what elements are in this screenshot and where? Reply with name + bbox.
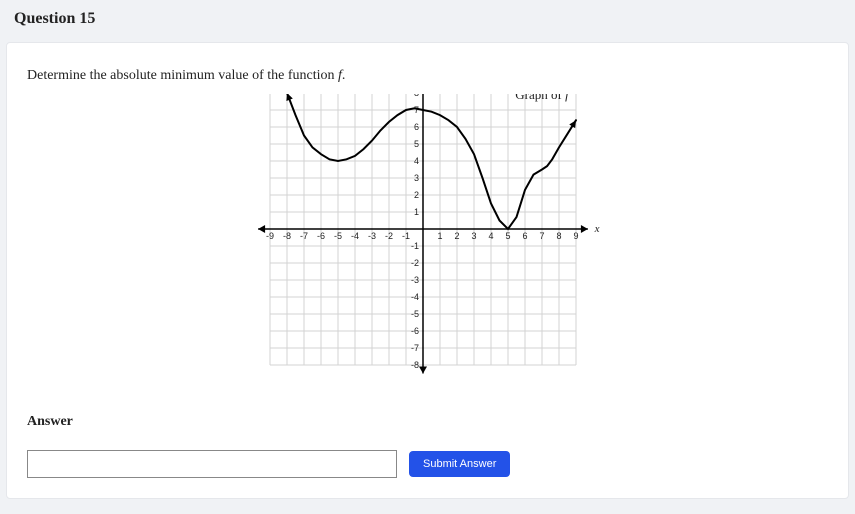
svg-text:-2: -2 xyxy=(384,231,392,241)
svg-text:-4: -4 xyxy=(410,292,418,302)
svg-text:3: 3 xyxy=(413,173,418,183)
svg-text:-9: -9 xyxy=(265,231,273,241)
svg-text:-5: -5 xyxy=(333,231,341,241)
question-header: Question 15 xyxy=(0,0,855,38)
svg-text:5: 5 xyxy=(505,231,510,241)
svg-text:8: 8 xyxy=(556,231,561,241)
svg-text:2: 2 xyxy=(413,190,418,200)
function-graph: -9-8-7-6-5-4-3-2-1123456789-8-7-6-5-4-3-… xyxy=(238,94,618,384)
prompt-text-after: . xyxy=(342,68,346,83)
svg-text:-6: -6 xyxy=(410,326,418,336)
question-card: Determine the absolute minimum value of … xyxy=(6,42,849,499)
answer-section: Answer Submit Answer xyxy=(27,414,828,478)
svg-text:-5: -5 xyxy=(410,309,418,319)
question-number: Question 15 xyxy=(14,10,95,27)
answer-input[interactable] xyxy=(27,450,397,478)
svg-text:-6: -6 xyxy=(316,231,324,241)
prompt-text-before: Determine the absolute minimum value of … xyxy=(27,68,338,83)
svg-text:1: 1 xyxy=(437,231,442,241)
svg-text:4: 4 xyxy=(413,156,418,166)
svg-text:1: 1 xyxy=(413,207,418,217)
svg-text:-4: -4 xyxy=(350,231,358,241)
svg-text:3: 3 xyxy=(471,231,476,241)
svg-text:-2: -2 xyxy=(410,258,418,268)
answer-row: Submit Answer xyxy=(27,450,828,478)
svg-text:8: 8 xyxy=(413,94,418,98)
svg-text:6: 6 xyxy=(413,122,418,132)
svg-text:-8: -8 xyxy=(410,360,418,370)
svg-text:4: 4 xyxy=(488,231,493,241)
svg-text:x: x xyxy=(593,223,599,235)
graph-container: -9-8-7-6-5-4-3-2-1123456789-8-7-6-5-4-3-… xyxy=(27,94,828,384)
svg-text:-8: -8 xyxy=(282,231,290,241)
svg-text:6: 6 xyxy=(522,231,527,241)
question-prompt: Determine the absolute minimum value of … xyxy=(27,68,828,84)
svg-text:-3: -3 xyxy=(367,231,375,241)
svg-text:-1: -1 xyxy=(401,231,409,241)
svg-text:2: 2 xyxy=(454,231,459,241)
svg-text:Graph of f: Graph of f xyxy=(515,94,571,102)
answer-label: Answer xyxy=(27,414,828,430)
submit-button[interactable]: Submit Answer xyxy=(409,451,510,477)
svg-text:-7: -7 xyxy=(410,343,418,353)
svg-text:9: 9 xyxy=(573,231,578,241)
svg-text:-7: -7 xyxy=(299,231,307,241)
svg-text:-3: -3 xyxy=(410,275,418,285)
svg-text:7: 7 xyxy=(539,231,544,241)
svg-text:-1: -1 xyxy=(410,241,418,251)
svg-text:5: 5 xyxy=(413,139,418,149)
